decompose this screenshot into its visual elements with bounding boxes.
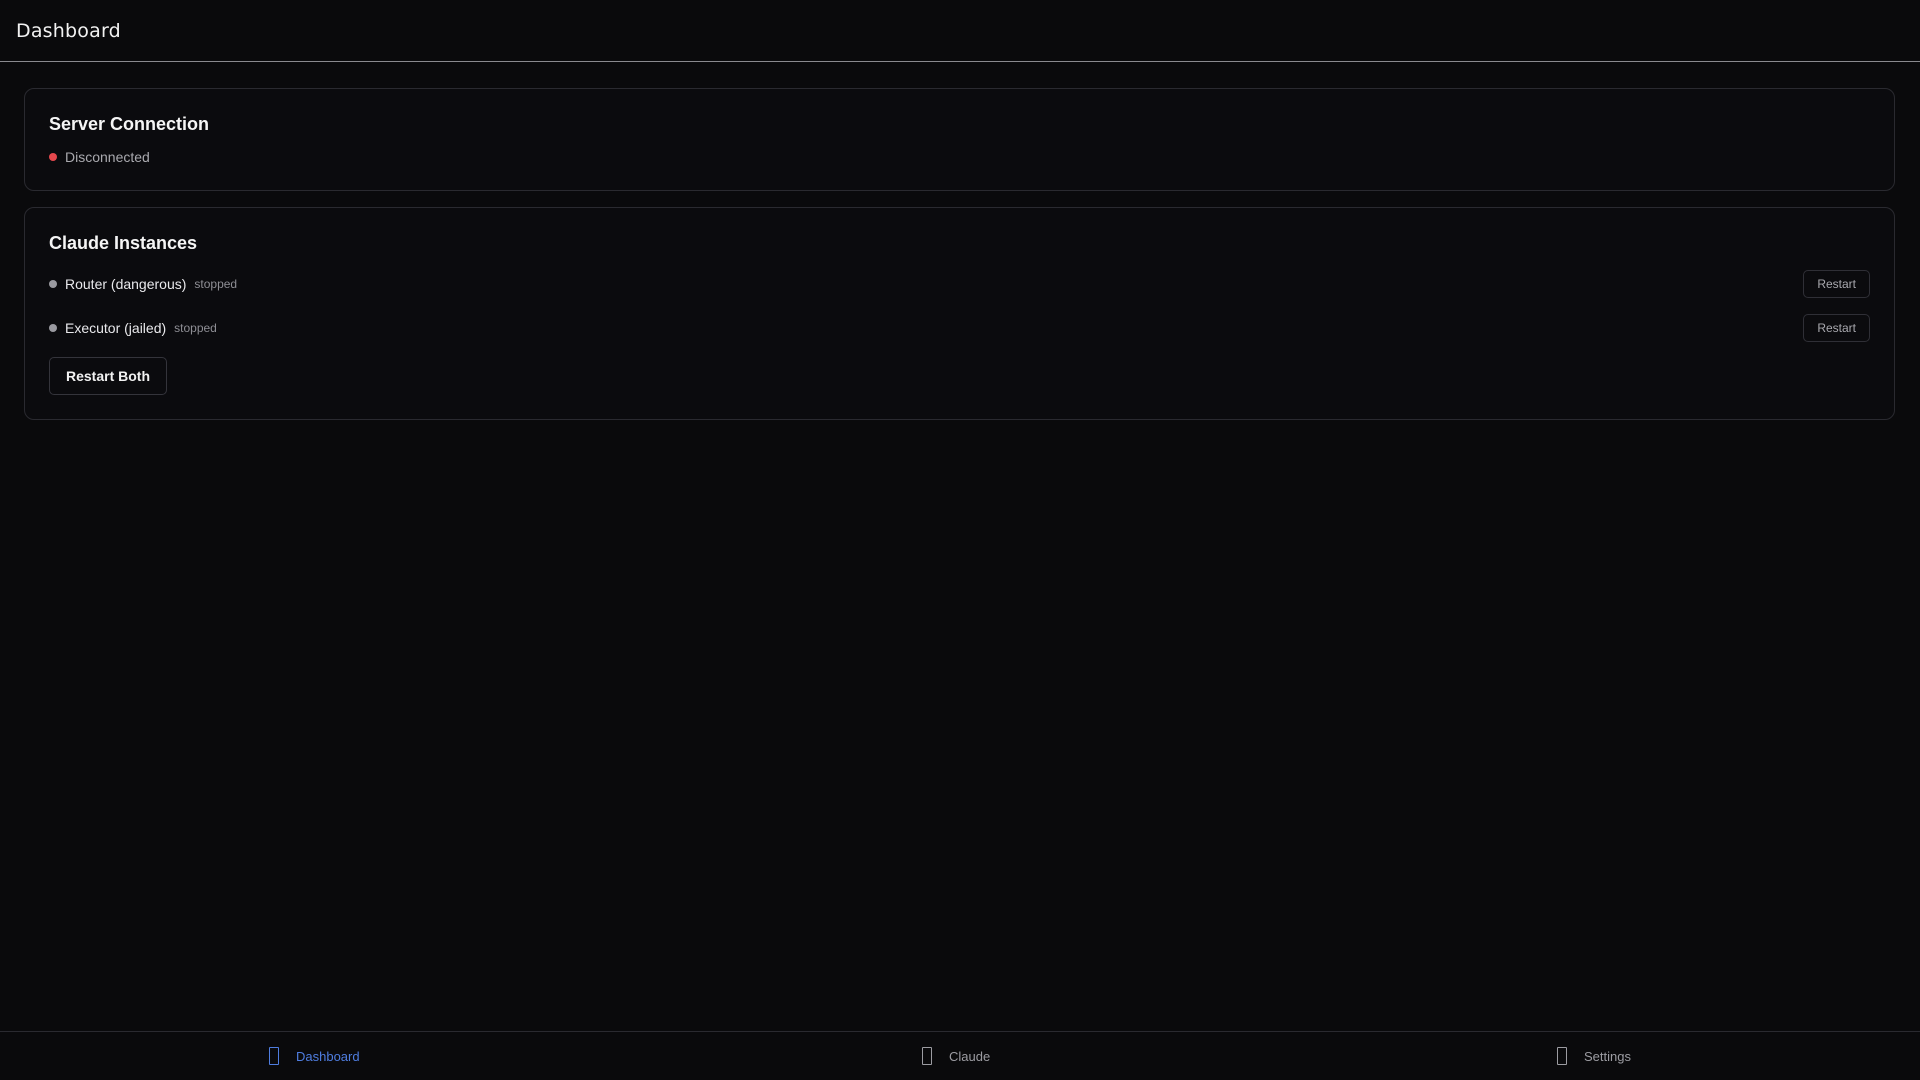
claude-instances-title: Claude Instances	[49, 233, 198, 253]
instance-status-dot	[49, 280, 57, 288]
instance-state: stopped	[174, 321, 217, 335]
instance-name: Executor (jailed)	[65, 320, 167, 336]
connection-status-dot	[49, 153, 57, 161]
nav-item-claude[interactable]: Claude	[922, 1032, 990, 1080]
restart-router-button[interactable]: Restart	[1803, 270, 1870, 298]
nav-item-settings[interactable]: Settings	[1557, 1032, 1631, 1080]
nav-item-dashboard[interactable]: Dashboard	[269, 1032, 360, 1080]
nav-label-settings: Settings	[1584, 1048, 1631, 1064]
nav-label-claude: Claude	[949, 1048, 991, 1064]
instance-status-dot	[49, 324, 57, 332]
server-connection-card: Server Connection Disconnected	[24, 88, 1895, 191]
instance-state: stopped	[194, 277, 238, 291]
instance-row-router: Router (dangerous) stopped Restart	[49, 270, 1870, 298]
claude-icon	[922, 1047, 932, 1065]
page-title: Dashboard	[16, 20, 121, 42]
restart-executor-button[interactable]: Restart	[1803, 314, 1870, 342]
app-root: Dashboard Server Connection Disconnected…	[0, 0, 1920, 1080]
nav-label-dashboard: Dashboard	[296, 1048, 360, 1064]
claude-instances-card: Claude Instances Router (dangerous) stop…	[24, 207, 1895, 420]
settings-icon	[1557, 1047, 1567, 1065]
connection-status: Disconnected	[49, 147, 150, 167]
bottom-nav: Dashboard Claude Settings	[0, 1031, 1920, 1080]
instance-name: Router (dangerous)	[65, 276, 187, 292]
connection-status-text: Disconnected	[65, 149, 150, 165]
top-bar: Dashboard	[0, 0, 1920, 62]
server-connection-title: Server Connection	[49, 114, 210, 134]
dashboard-icon	[269, 1047, 279, 1065]
restart-both-button[interactable]: Restart Both	[49, 357, 168, 395]
instance-row-executor: Executor (jailed) stopped Restart	[49, 314, 1870, 342]
